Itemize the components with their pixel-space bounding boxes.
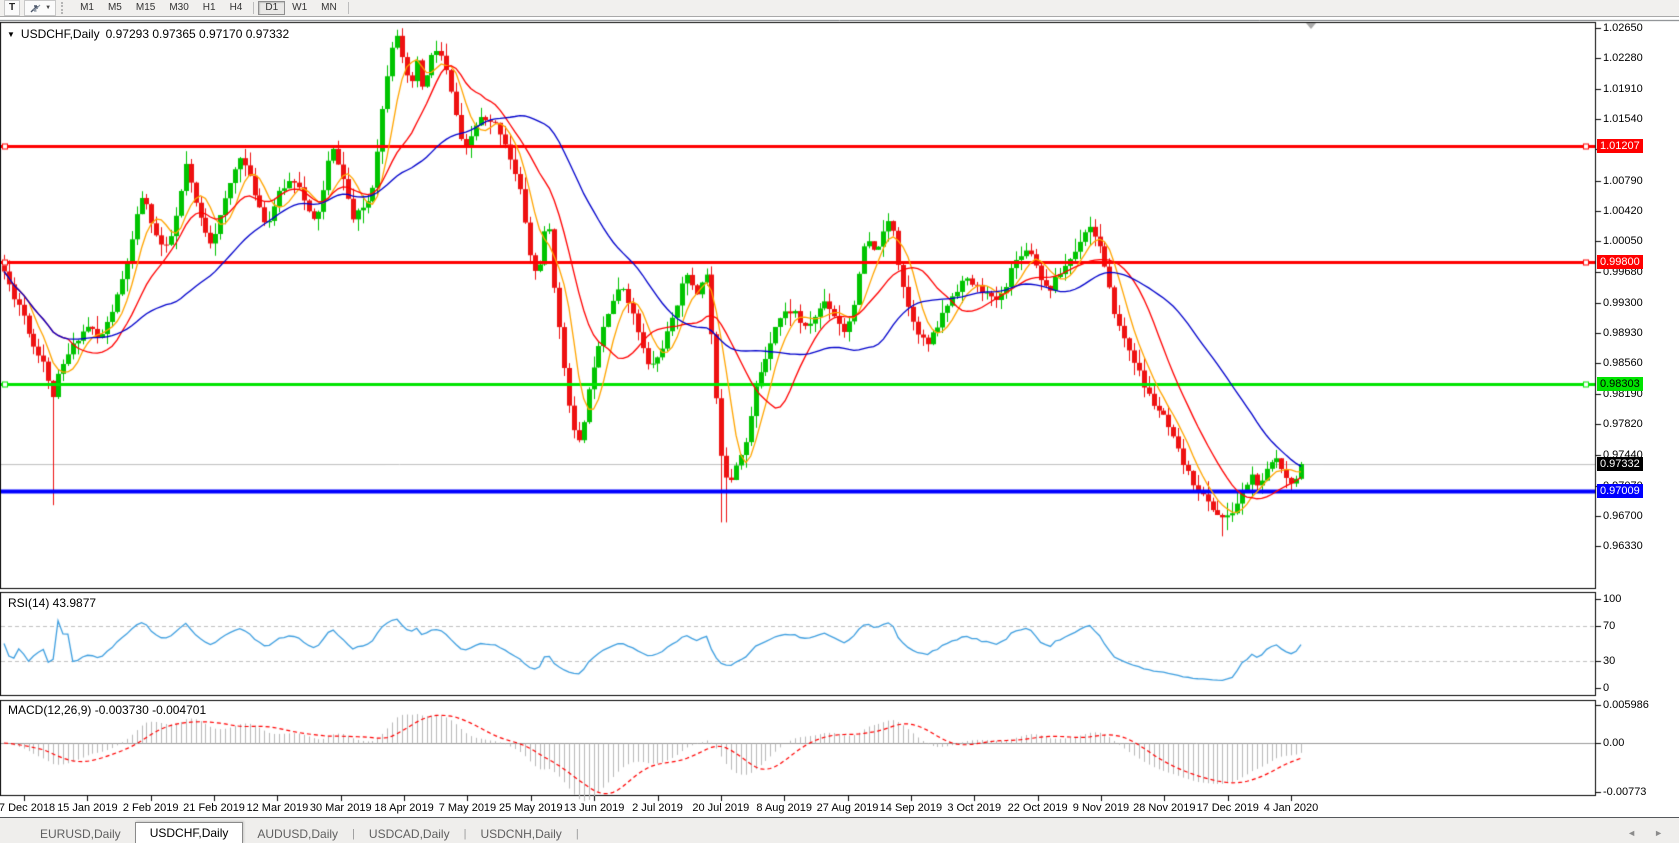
- price-axis-tick: 1.00420: [1603, 205, 1643, 218]
- chart-tab-eurusd[interactable]: EURUSD,Daily: [26, 825, 135, 843]
- timeframe-button-h4[interactable]: H4: [223, 1, 250, 15]
- chart-tab-usdchf[interactable]: USDCHF,Daily: [135, 822, 244, 843]
- price-axis-tick: 0.96330: [1603, 540, 1643, 553]
- timeframe-button-h1[interactable]: H1: [196, 1, 223, 15]
- chart-title-ohlc: 0.97293 0.97365 0.97170 0.97332: [106, 27, 290, 41]
- bid-price-label: 0.97332: [1597, 457, 1643, 471]
- chart-tab-usdcad[interactable]: USDCAD,Daily: [355, 825, 464, 843]
- price-level-label: 1.01207: [1597, 139, 1643, 153]
- price-axis-tick: 1.02280: [1603, 52, 1643, 65]
- timeframe-button-d1[interactable]: D1: [258, 1, 285, 15]
- price-level-label: 0.97009: [1597, 484, 1643, 498]
- price-axis-tick: 1.01910: [1603, 83, 1643, 96]
- price-axis-tick: 1.00050: [1603, 235, 1643, 248]
- price-level-label: 0.99800: [1597, 255, 1643, 269]
- price-level-label: 0.98303: [1597, 377, 1643, 391]
- rsi-axis-tick: 0: [1603, 682, 1609, 695]
- rsi-axis-tick: 30: [1603, 655, 1615, 668]
- toolbar-grip: [61, 2, 68, 14]
- timeframe-button-m15[interactable]: M15: [129, 1, 162, 15]
- price-axis-tick: 0.98560: [1603, 357, 1643, 370]
- tab-scroll-right-icon[interactable]: ►: [1654, 828, 1663, 838]
- chevron-down-icon: ▼: [45, 5, 51, 11]
- toolbar-separator: [348, 2, 349, 14]
- timeframe-button-m5[interactable]: M5: [101, 1, 129, 15]
- macd-axis-tick: 0.005986: [1603, 699, 1649, 712]
- timeframe-button-mn[interactable]: MN: [314, 1, 344, 15]
- price-axis-tick: 1.02650: [1603, 22, 1643, 35]
- cycle-arrows-icon: [29, 3, 42, 14]
- tab-scroll-left-icon[interactable]: ◄: [1627, 828, 1636, 838]
- chart-title-symbol: USDCHF,Daily: [21, 27, 100, 41]
- macd-pane-label: MACD(12,26,9) -0.003730 -0.004701: [8, 703, 206, 717]
- rsi-axis-tick: 100: [1603, 593, 1621, 606]
- timeframe-button-w1[interactable]: W1: [285, 1, 314, 15]
- price-axis-tick: 0.96700: [1603, 510, 1643, 523]
- price-axis-tick: 1.01540: [1603, 113, 1643, 126]
- macd-axis-tick: -0.00773: [1603, 786, 1646, 799]
- chart-title: ▼ USDCHF,Daily 0.97293 0.97365 0.97170 0…: [7, 27, 289, 41]
- chart-tab-usdcnh[interactable]: USDCNH,Daily: [466, 825, 575, 843]
- chart-tab-audusd[interactable]: AUDUSD,Daily: [243, 825, 352, 843]
- text-tool-button[interactable]: T: [4, 0, 20, 16]
- toolbar: T ▼ M1M5M15M30H1H4 D1W1MN: [0, 0, 1679, 17]
- text-tool-icon: T: [9, 2, 15, 14]
- timeframe-button-group: M1M5M15M30H1H4 D1W1MN: [73, 1, 353, 15]
- chart-tab-bar: EURUSD,DailyUSDCHF,DailyAUDUSD,Daily|USD…: [0, 817, 1679, 843]
- price-axis-tick: 0.99300: [1603, 297, 1643, 310]
- terminal-window: T ▼ M1M5M15M30H1H4 D1W1MN ▼ USDCHF,Daily …: [0, 0, 1679, 843]
- cycle-timeframes-button[interactable]: ▼: [24, 0, 56, 16]
- price-axis-tick: 0.98930: [1603, 327, 1643, 340]
- rsi-axis-tick: 70: [1603, 620, 1615, 633]
- collapse-triangle-icon[interactable]: ▼: [7, 30, 15, 39]
- toolbar-separator: [253, 2, 254, 14]
- chart-tabs: EURUSD,DailyUSDCHF,DailyAUDUSD,Daily|USD…: [0, 818, 579, 843]
- timeframe-button-m1[interactable]: M1: [73, 1, 101, 15]
- chart-canvas[interactable]: [0, 0, 1679, 843]
- tab-scroll-buttons: ◄ ►: [1627, 828, 1663, 838]
- macd-axis-tick: 0.00: [1603, 737, 1624, 750]
- tab-separator: |: [576, 825, 579, 843]
- rsi-pane-label: RSI(14) 43.9877: [8, 596, 96, 610]
- price-axis-tick: 1.00790: [1603, 175, 1643, 188]
- timeframe-button-m30[interactable]: M30: [162, 1, 195, 15]
- date-axis-label: 4 Jan 2020: [1249, 802, 1333, 814]
- price-axis-tick: 0.97820: [1603, 418, 1643, 431]
